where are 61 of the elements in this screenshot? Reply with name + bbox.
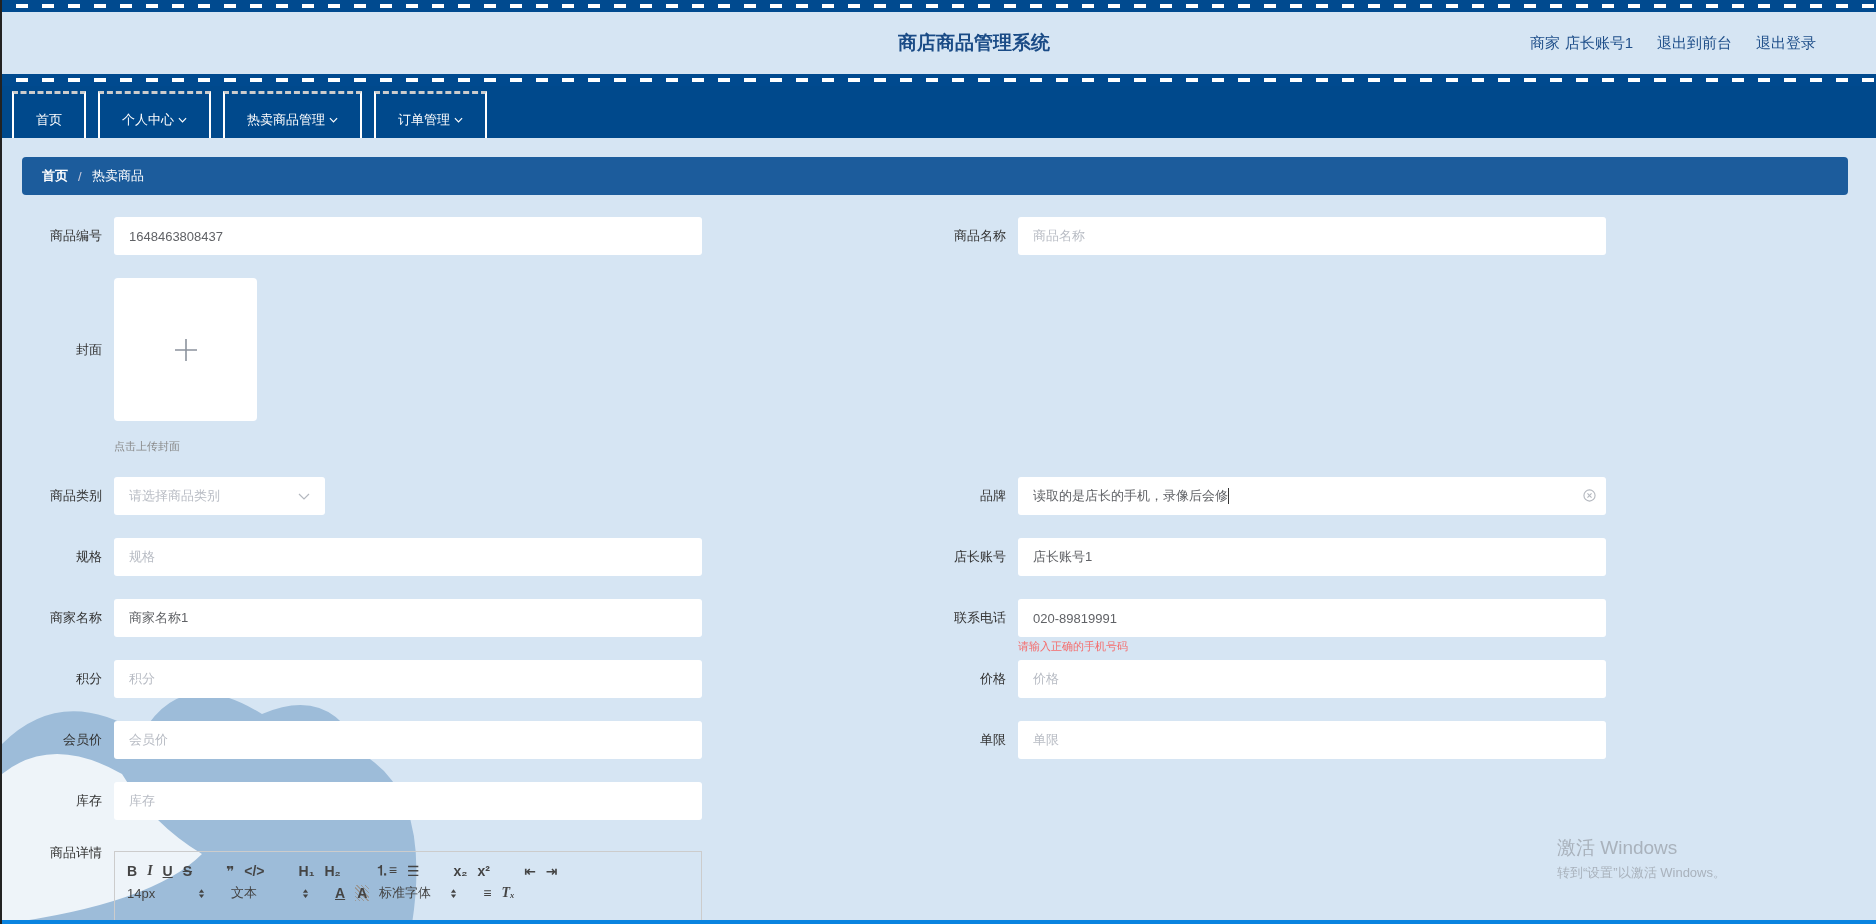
breadcrumb-link[interactable]: 热卖商品: [91, 167, 144, 185]
up-down-icon: [302, 887, 309, 899]
input-field[interactable]: 商家名称1: [114, 599, 702, 637]
nav-tab[interactable]: 个人中心: [98, 91, 211, 138]
field-label: 单限: [979, 731, 1006, 749]
toolbar-dropdown[interactable]: 标准字体: [379, 884, 458, 902]
field-label: 商品名称: [953, 227, 1006, 245]
input-field[interactable]: 店长账号1: [1018, 538, 1606, 576]
toolbar-button[interactable]: I: [147, 863, 153, 879]
field-label: 商家名称: [49, 609, 102, 627]
field-label: 商品类别: [49, 487, 102, 505]
toolbar-button[interactable]: H₂: [324, 863, 341, 879]
toolbar-button[interactable]: A: [355, 885, 370, 901]
field-label: 商品编号: [49, 227, 102, 245]
toolbar-button[interactable]: A: [335, 885, 346, 901]
toolbar-button[interactable]: B: [127, 863, 138, 879]
chevron-down-icon: [298, 492, 310, 500]
nav-tab[interactable]: 首页: [12, 91, 86, 138]
error-message: 请输入正确的手机号码: [1018, 639, 1128, 654]
input-field[interactable]: 读取的是店长的手机，录像后会修: [1018, 477, 1606, 515]
toolbar-button[interactable]: ⒈≡: [374, 862, 397, 880]
field-label: 联系电话: [953, 609, 1006, 627]
field-label: 积分: [75, 670, 102, 688]
breadcrumb-link[interactable]: 首页: [42, 167, 68, 185]
toolbar-dropdown[interactable]: 文本: [231, 884, 309, 902]
header-link[interactable]: 退出登录: [1756, 33, 1816, 53]
user-label: 商家 店长账号1: [1530, 33, 1633, 53]
field-label: 商品详情: [49, 844, 102, 862]
up-down-icon: [198, 887, 205, 899]
toolbar-button[interactable]: ⇤: [523, 863, 536, 879]
app-title: 商店商品管理系统: [897, 31, 1050, 55]
toolbar-button[interactable]: </>: [244, 863, 265, 879]
toolbar-button[interactable]: ☰: [406, 863, 420, 879]
field-label: 封面: [75, 341, 102, 359]
toolbar-dropdown[interactable]: 14px: [127, 885, 205, 901]
toolbar-button[interactable]: ❞: [226, 863, 235, 879]
clear-icon[interactable]: [1583, 489, 1596, 502]
toolbar-button[interactable]: ⇥: [545, 863, 558, 879]
breadcrumb-separator: /: [78, 168, 82, 184]
toolbar-button[interactable]: S: [182, 863, 193, 879]
field-label: 店长账号: [953, 548, 1006, 566]
toolbar-button[interactable]: Tₓ: [501, 885, 515, 901]
toolbar-button[interactable]: x₂: [453, 863, 468, 879]
nav-tab[interactable]: 订单管理: [374, 91, 487, 138]
header-link[interactable]: 退出到前台: [1657, 33, 1732, 53]
toolbar-button[interactable]: x²: [477, 863, 490, 879]
field-label: 库存: [75, 792, 102, 810]
field-label: 规格: [75, 548, 102, 566]
field-label: 价格: [979, 670, 1006, 688]
up-down-icon: [450, 887, 458, 899]
input-field[interactable]: 1648463808437: [114, 217, 702, 255]
plus-icon: [173, 337, 198, 362]
input-field[interactable]: 020-89819991: [1018, 599, 1606, 637]
nav-tab[interactable]: 热卖商品管理: [223, 91, 362, 138]
field-label: 品牌: [979, 487, 1006, 505]
toolbar-button[interactable]: U: [162, 863, 173, 879]
toolbar-button[interactable]: H₁: [298, 863, 315, 879]
field-label: 会员价: [62, 731, 102, 749]
upload-hint: 点击上传封面: [114, 439, 181, 454]
upload-box[interactable]: [114, 278, 257, 421]
toolbar-button[interactable]: ≡: [483, 885, 492, 901]
